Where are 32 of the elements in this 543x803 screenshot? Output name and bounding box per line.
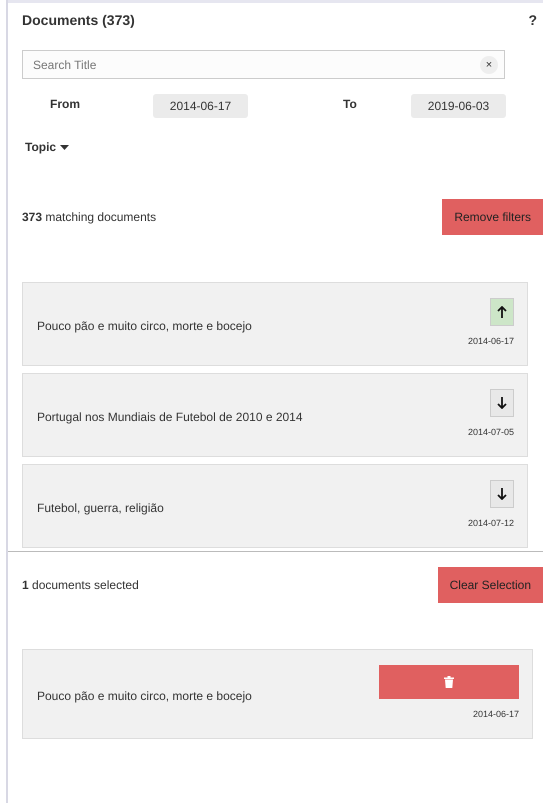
to-label: To (342, 97, 358, 111)
document-card[interactable]: Portugal nos Mundiais de Futebol de 2010 e 2014 2014-07-05 (22, 373, 528, 457)
arrow-up-icon (497, 306, 507, 318)
topic-dropdown[interactable]: Topic (22, 140, 70, 154)
selection-count: 1 documents selected (22, 578, 139, 592)
to-date-field[interactable]: 2019-06-03 (411, 94, 506, 118)
document-card[interactable]: Futebol, guerra, religião 2014-07-12 (22, 464, 528, 548)
document-title: Pouco pão e muito circo, morte e bocejo (37, 689, 252, 703)
match-count: 373 matching documents (22, 210, 156, 224)
document-date: 2014-07-05 (468, 427, 514, 437)
document-title: Portugal nos Mundiais de Futebol de 2010 e 2014 (37, 410, 303, 424)
search-field[interactable]: Search Title × (22, 50, 505, 79)
document-date: 2014-07-12 (468, 518, 514, 528)
from-date-field[interactable]: 2014-06-17 (153, 94, 248, 118)
trash-icon (444, 676, 454, 688)
remove-filters-button[interactable]: Remove filters (442, 199, 543, 235)
panel-title: Documents (373) (22, 12, 135, 28)
from-label: From (49, 97, 81, 111)
document-date: 2014-06-17 (468, 336, 514, 346)
arrow-down-icon (497, 397, 507, 409)
document-title: Futebol, guerra, religião (37, 501, 164, 515)
caret-icon (60, 144, 70, 150)
document-title: Pouco pão e muito circo, morte e bocejo (37, 319, 252, 333)
toggle-button[interactable] (490, 298, 514, 326)
document-date: 2014-06-17 (472, 709, 519, 719)
toggle-button[interactable] (490, 389, 514, 417)
clear-button[interactable]: × (480, 56, 498, 74)
help-link[interactable]: ? (528, 12, 537, 28)
clear-selection-button[interactable]: Clear Selection (438, 567, 543, 603)
toggle-button[interactable] (490, 480, 514, 508)
arrow-down-icon (497, 488, 507, 500)
document-card[interactable]: Pouco pão e muito circo, morte e bocejo 2014-06-17 (22, 282, 528, 366)
